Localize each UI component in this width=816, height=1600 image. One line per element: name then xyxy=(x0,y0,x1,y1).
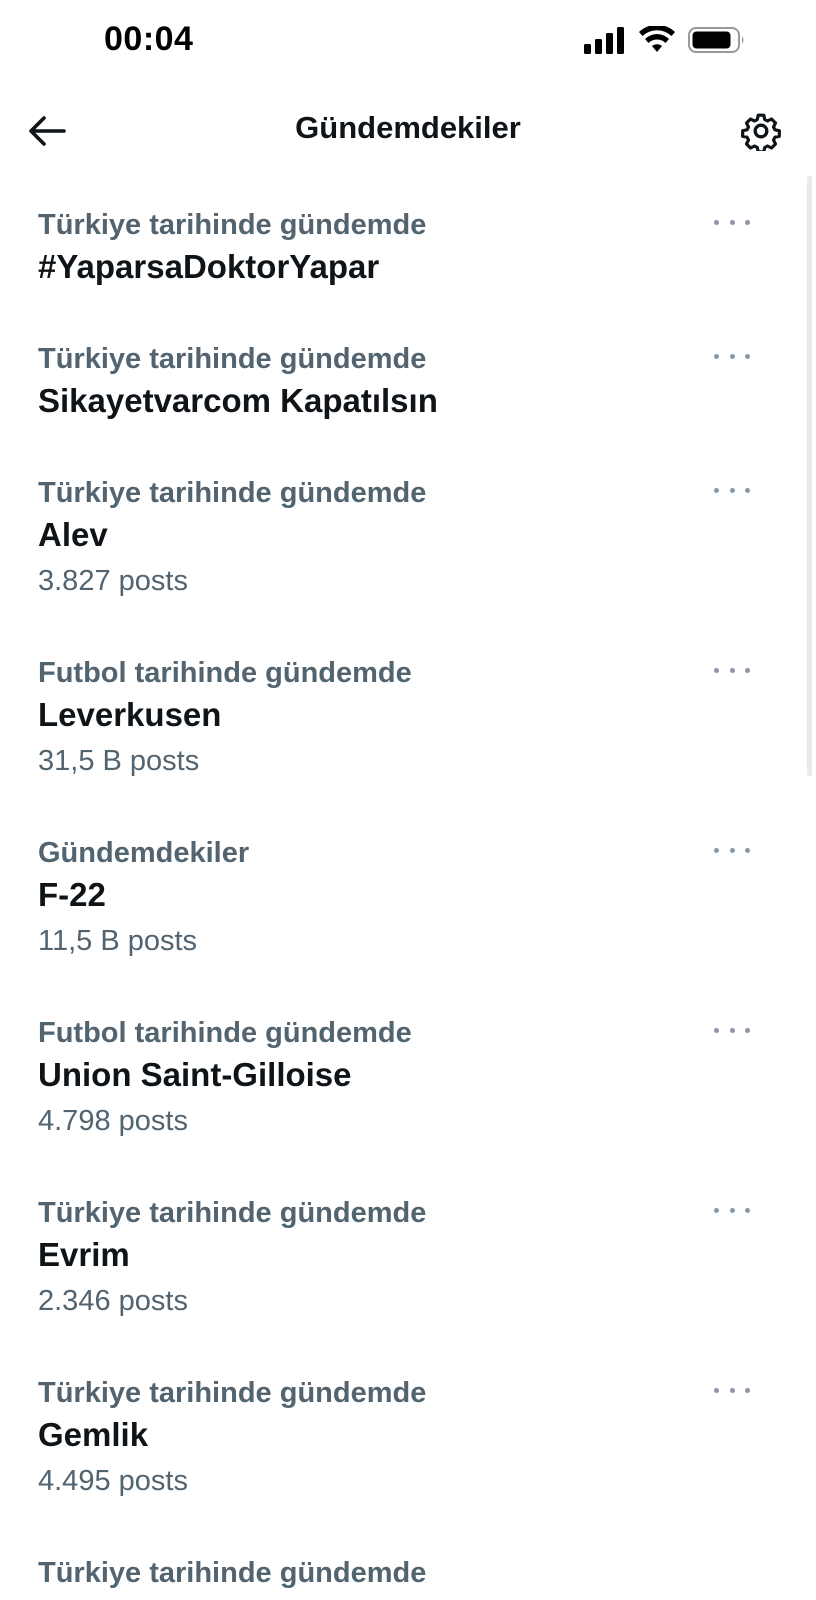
trend-item[interactable]: Türkiye tarihinde gündemde Sikayetvarcom… xyxy=(0,320,816,454)
more-options-button[interactable] xyxy=(714,1382,750,1398)
top-app-bar: Gündemdekiler xyxy=(0,86,816,176)
trend-post-count: 31,5 B posts xyxy=(38,745,200,777)
more-options-button[interactable] xyxy=(714,1202,750,1218)
trend-context: Futbol tarihinde gündemde xyxy=(38,657,412,689)
trend-name: Union Saint-Gilloise xyxy=(38,1056,352,1093)
more-options-button[interactable] xyxy=(714,348,750,364)
page-title: Gündemdekiler xyxy=(295,110,521,145)
signal-icon xyxy=(584,26,626,59)
trend-item[interactable]: Futbol tarihinde gündemde Leverkusen 31,… xyxy=(0,634,816,814)
trend-context: Türkiye tarihinde gündemde xyxy=(38,1377,427,1409)
trend-name: Leverkusen xyxy=(38,696,222,733)
settings-button[interactable] xyxy=(736,106,786,156)
trend-item[interactable]: Türkiye tarihinde gündemde Gemlik 4.495 … xyxy=(0,1354,816,1534)
trend-name: Evrim xyxy=(38,1236,130,1273)
trend-name: Alev xyxy=(38,516,108,553)
trend-post-count: 4.798 posts xyxy=(38,1105,188,1137)
scrollbar[interactable] xyxy=(807,176,812,776)
trend-context: Türkiye tarihinde gündemde xyxy=(38,343,427,375)
gear-icon xyxy=(741,113,781,151)
more-options-button[interactable] xyxy=(714,842,750,858)
trend-item[interactable]: Türkiye tarihinde gündemde Evrim 2.346 p… xyxy=(0,1174,816,1354)
trend-item[interactable]: Türkiye tarihinde gündemde xyxy=(0,1534,816,1600)
more-options-button[interactable] xyxy=(714,662,750,678)
more-options-button[interactable] xyxy=(714,1022,750,1038)
trend-post-count: 3.827 posts xyxy=(38,565,188,597)
trend-context: Türkiye tarihinde gündemde xyxy=(38,477,427,509)
trend-name: F-22 xyxy=(38,876,106,913)
wifi-icon xyxy=(638,24,676,59)
trend-name: Gemlik xyxy=(38,1416,149,1453)
trend-list: Türkiye tarihinde gündemde #YaparsaDokto… xyxy=(0,186,816,1600)
status-bar: 00:04 xyxy=(0,0,816,86)
trending-screen: 00:04 Gündemdekiler Türkiye tarihinde gü… xyxy=(0,0,816,1600)
status-time: 00:04 xyxy=(104,20,194,58)
trend-context: Türkiye tarihinde gündemde xyxy=(38,209,427,241)
trend-context: Gündemdekiler xyxy=(38,837,250,869)
trend-post-count: 2.346 posts xyxy=(38,1285,188,1317)
trend-context: Türkiye tarihinde gündemde xyxy=(38,1557,427,1589)
more-options-button[interactable] xyxy=(714,214,750,230)
trend-name: Sikayetvarcom Kapatılsın xyxy=(38,382,438,419)
trend-item[interactable]: Futbol tarihinde gündemde Union Saint-Gi… xyxy=(0,994,816,1174)
trend-post-count: 11,5 B posts xyxy=(38,925,198,957)
trend-post-count: 4.495 posts xyxy=(38,1465,188,1497)
trend-item[interactable]: Gündemdekiler F-22 11,5 B posts xyxy=(0,814,816,994)
more-options-button[interactable] xyxy=(714,482,750,498)
battery-icon xyxy=(688,26,746,59)
trend-context: Türkiye tarihinde gündemde xyxy=(38,1197,427,1229)
trend-item[interactable]: Türkiye tarihinde gündemde Alev 3.827 po… xyxy=(0,454,816,634)
trend-item[interactable]: Türkiye tarihinde gündemde #YaparsaDokto… xyxy=(0,186,816,320)
trend-context: Futbol tarihinde gündemde xyxy=(38,1017,412,1049)
status-icons xyxy=(584,24,746,59)
trend-name: #YaparsaDoktorYapar xyxy=(38,248,380,285)
